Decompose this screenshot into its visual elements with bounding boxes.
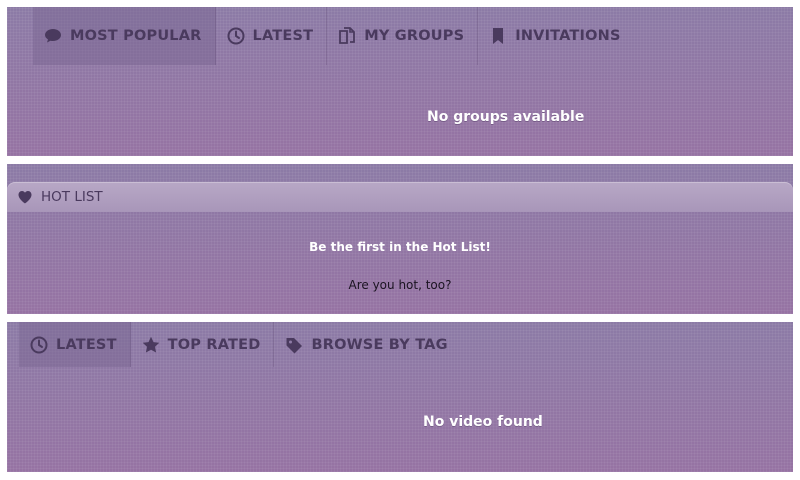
tab-invitations[interactable]: INVITATIONS xyxy=(478,7,633,65)
speech-bubble-icon xyxy=(43,26,63,46)
tab-label: BROWSE BY TAG xyxy=(311,336,448,353)
hot-list-panel: HOT LIST Be the first in the Hot List! A… xyxy=(7,164,793,314)
videos-tab-bar: LATEST TOP RATED BROWSE BY TAG xyxy=(19,322,461,367)
tab-latest-videos[interactable]: LATEST xyxy=(19,322,131,367)
groups-tab-bar: MOST POPULAR LATEST MY GROUPS INVITATION… xyxy=(33,7,634,65)
groups-panel: MOST POPULAR LATEST MY GROUPS INVITATION… xyxy=(7,7,793,156)
groups-empty-message: No groups available xyxy=(427,109,585,125)
videos-panel: LATEST TOP RATED BROWSE BY TAG No video … xyxy=(7,322,793,472)
documents-icon xyxy=(337,26,357,46)
tab-browse-by-tag[interactable]: BROWSE BY TAG xyxy=(274,322,460,367)
tab-top-rated[interactable]: TOP RATED xyxy=(131,322,275,367)
tab-label: LATEST xyxy=(252,28,314,44)
hot-list-headline: Be the first in the Hot List! xyxy=(309,240,491,254)
tab-label: TOP RATED xyxy=(167,336,261,353)
hot-list-title: HOT LIST xyxy=(41,189,103,205)
bookmark-icon xyxy=(488,26,508,46)
videos-empty-message: No video found xyxy=(423,414,543,430)
tab-latest[interactable]: LATEST xyxy=(216,7,328,65)
star-icon xyxy=(141,335,161,355)
tab-most-popular[interactable]: MOST POPULAR xyxy=(33,7,216,65)
tab-my-groups[interactable]: MY GROUPS xyxy=(327,7,479,65)
clock-icon xyxy=(29,335,49,355)
tab-label: MOST POPULAR xyxy=(70,28,202,44)
hot-list-header: HOT LIST xyxy=(7,182,793,212)
tab-label: INVITATIONS xyxy=(515,28,621,44)
tab-label: MY GROUPS xyxy=(364,28,465,44)
hot-list-prompt: Are you hot, too? xyxy=(348,278,452,292)
tag-icon xyxy=(284,335,304,355)
tab-label: LATEST xyxy=(56,336,117,353)
heart-icon xyxy=(17,189,33,205)
clock-icon xyxy=(226,26,246,46)
